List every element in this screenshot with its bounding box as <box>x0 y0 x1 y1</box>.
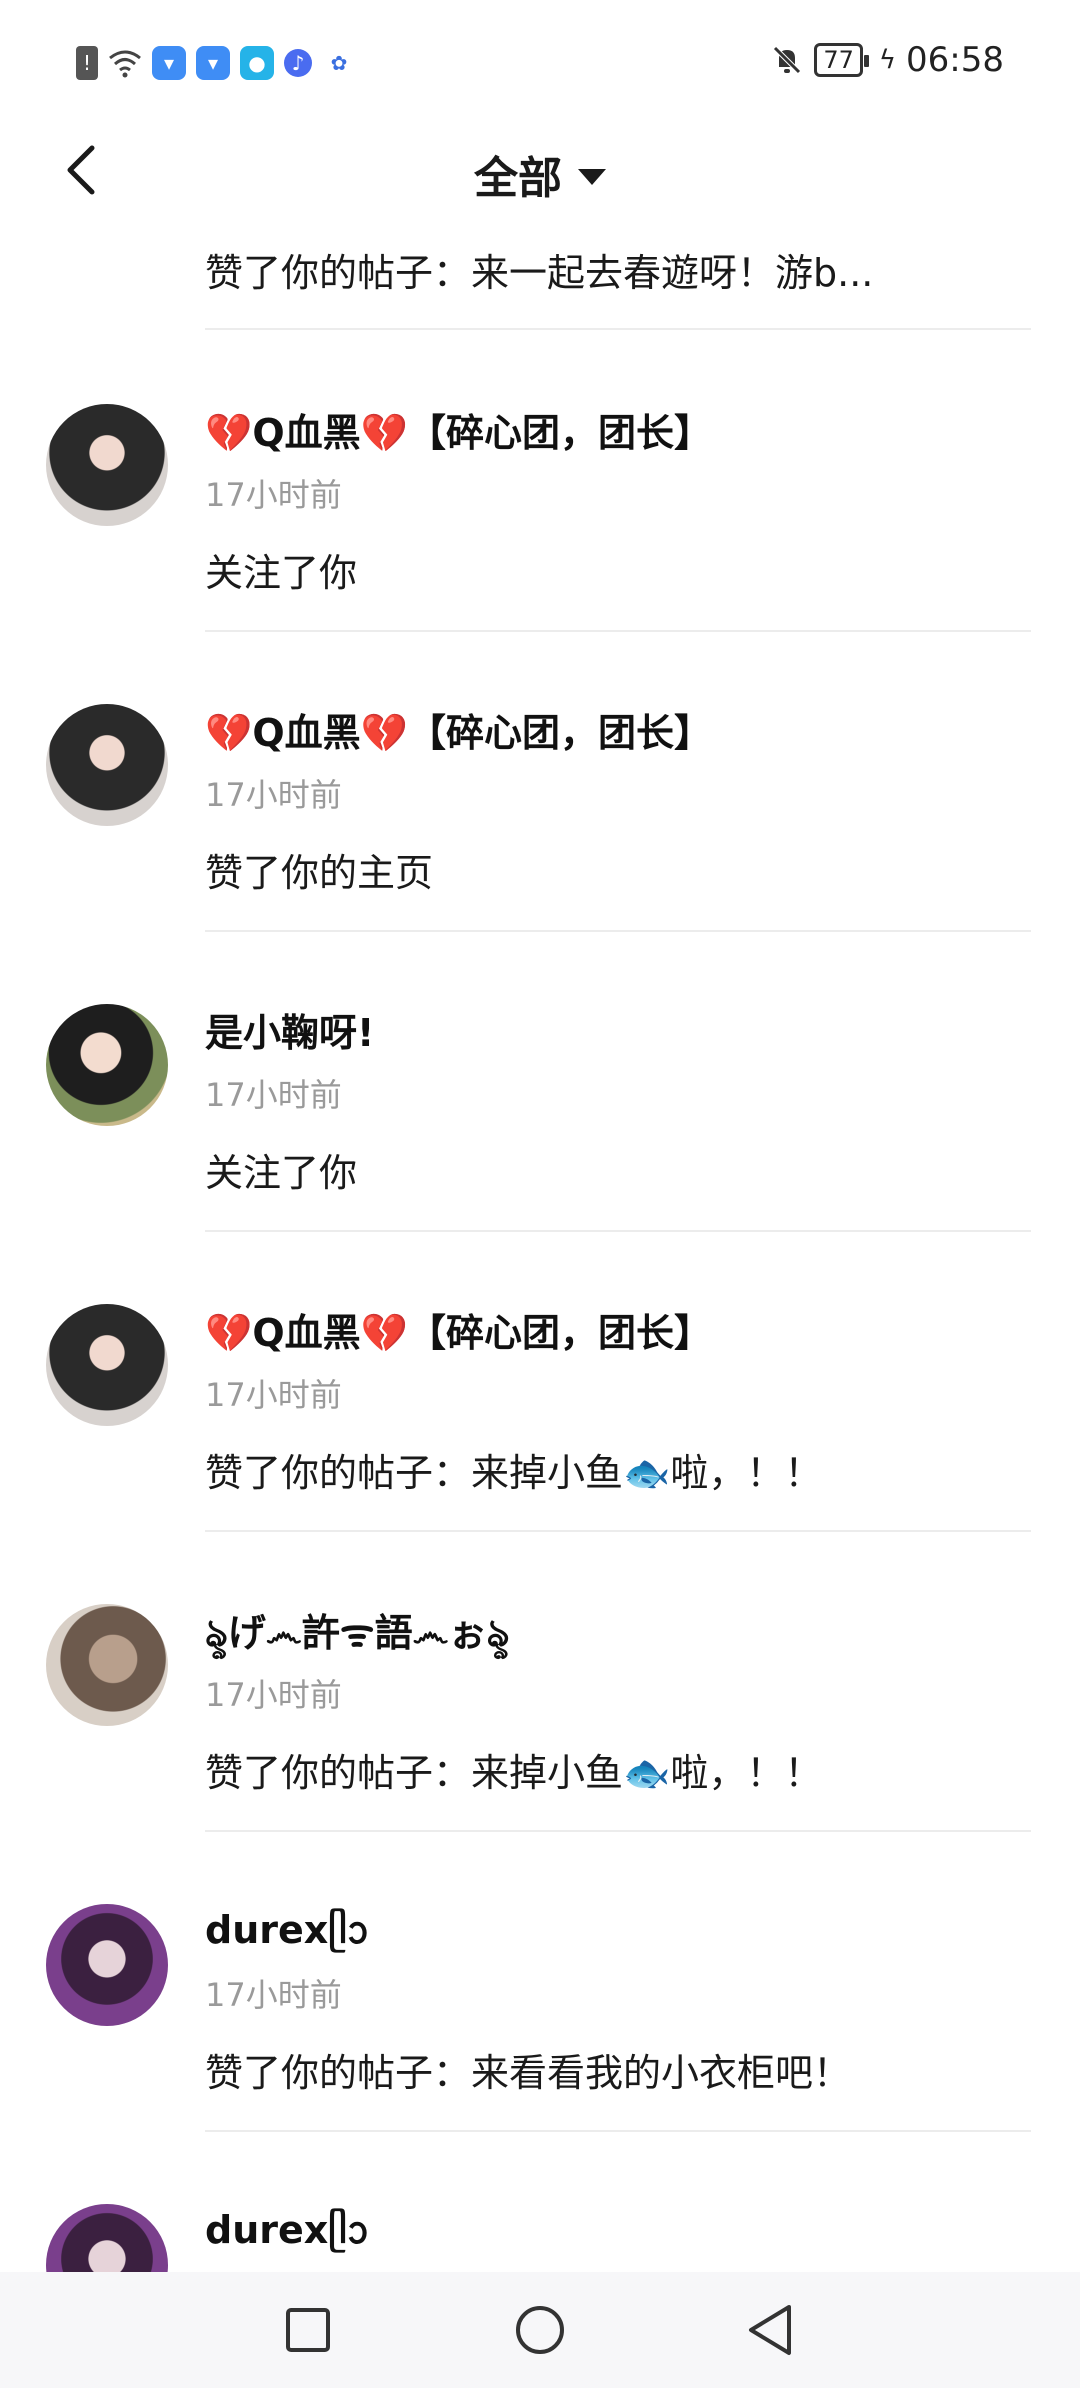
timestamp: 17小时前 <box>205 1076 342 1114</box>
divider <box>205 1230 1031 1232</box>
user-name[interactable]: ৡげ෴許ᯤ語෴ぉৡ <box>205 1602 510 1668</box>
divider <box>205 1530 1031 1532</box>
avatar[interactable] <box>46 1904 168 2026</box>
battery-indicator: 77 <box>814 43 869 77</box>
bell-off-icon <box>773 46 802 74</box>
triangle-back-icon <box>749 2305 791 2355</box>
user-name[interactable]: durexᥫᩣ <box>205 1902 369 1963</box>
notification-item[interactable]: durexᥫᩣ <box>0 2202 1080 2272</box>
weather-icon: ● <box>240 46 274 80</box>
notification-action: 赞了你的帖子：来掉小鱼🐟啦，！！ <box>205 1451 823 1495</box>
timestamp: 17小时前 <box>205 776 342 814</box>
avatar[interactable] <box>46 404 168 526</box>
notification-item[interactable]: 💔Q血黑💔【碎心团，团长】 17小时前 关注了你 <box>0 402 1080 702</box>
user-name[interactable]: 💔Q血黑💔【碎心团，团长】 <box>205 402 712 457</box>
status-icons: ! ▾ ▾ ● ♪ ✿ <box>76 46 356 80</box>
music-icon: ♪ <box>284 49 312 77</box>
taobao-icon: ▾ <box>152 46 186 80</box>
baidu-icon: ✿ <box>330 51 348 75</box>
filter-dropdown[interactable]: 全部 <box>0 142 1080 206</box>
alert-icon: ! <box>76 46 98 80</box>
clock: 06:58 <box>906 40 1004 80</box>
timestamp: 17小时前 <box>205 1976 342 2014</box>
divider <box>205 630 1031 632</box>
circle-icon <box>516 2306 564 2354</box>
notification-action: 赞了你的主页 <box>205 851 434 895</box>
top-nav: 全部 <box>0 120 1080 220</box>
notification-action: 赞了你的帖子：来掉小鱼🐟啦，！！ <box>205 1751 823 1795</box>
user-name[interactable]: 💔Q血黑💔【碎心团，团长】 <box>205 702 712 757</box>
notification-list: 赞了你的帖子：来一起去春遊呀！游b... 💔Q血黑💔【碎心团，团长】 17小时前… <box>0 220 1080 2272</box>
notification-item[interactable]: 是小鞠呀! 17小时前 关注了你 <box>0 1002 1080 1302</box>
timestamp: 17小时前 <box>205 1376 342 1414</box>
system-nav-bar <box>0 2272 1080 2388</box>
notification-item[interactable]: 💔Q血黑💔【碎心团，团长】 17小时前 赞了你的帖子：来掉小鱼🐟啦，！！ <box>0 1302 1080 1602</box>
avatar[interactable] <box>46 704 168 826</box>
divider <box>205 930 1031 932</box>
notification-action: 关注了你 <box>205 551 358 595</box>
taobao-icon: ▾ <box>196 46 230 80</box>
notification-item[interactable]: ৡげ෴許ᯤ語෴ぉৡ 17小时前 赞了你的帖子：来掉小鱼🐟啦，！！ <box>0 1602 1080 1902</box>
divider <box>205 328 1031 330</box>
notification-item[interactable]: 💔Q血黑💔【碎心团，团长】 17小时前 赞了你的主页 <box>0 702 1080 1002</box>
user-name[interactable]: 💔Q血黑💔【碎心团，团长】 <box>205 1302 712 1357</box>
recents-button[interactable] <box>280 2302 336 2358</box>
avatar[interactable] <box>46 2204 168 2272</box>
notification-action: 赞了你的帖子：来一起去春遊呀！游b... <box>205 251 874 295</box>
avatar[interactable] <box>46 1004 168 1126</box>
wifi-icon <box>108 46 142 80</box>
avatar[interactable] <box>46 1604 168 1726</box>
notification-action: 赞了你的帖子：来看看我的小衣柜吧！ <box>205 2051 852 2095</box>
charging-icon: ϟ <box>878 45 897 75</box>
caret-down-icon <box>578 169 606 185</box>
avatar[interactable] <box>46 1304 168 1426</box>
status-bar: ! ▾ ▾ ● ♪ ✿ 77 ϟ 06:58 <box>0 0 1080 120</box>
page-title: 全部 <box>474 153 562 204</box>
home-button[interactable] <box>512 2302 568 2358</box>
divider <box>205 2130 1031 2132</box>
user-name[interactable]: 是小鞠呀! <box>205 1002 374 1057</box>
divider <box>205 1830 1031 1832</box>
timestamp: 17小时前 <box>205 1676 342 1714</box>
square-icon <box>286 2308 330 2352</box>
timestamp: 17小时前 <box>205 476 342 514</box>
status-right: 77 ϟ 06:58 <box>770 40 1004 80</box>
user-name[interactable]: durexᥫᩣ <box>205 2202 369 2263</box>
notification-action: 关注了你 <box>205 1151 358 1195</box>
back-nav-button[interactable] <box>742 2302 798 2358</box>
notification-item[interactable]: durexᥫᩣ 17小时前 赞了你的帖子：来看看我的小衣柜吧！ <box>0 1902 1080 2202</box>
